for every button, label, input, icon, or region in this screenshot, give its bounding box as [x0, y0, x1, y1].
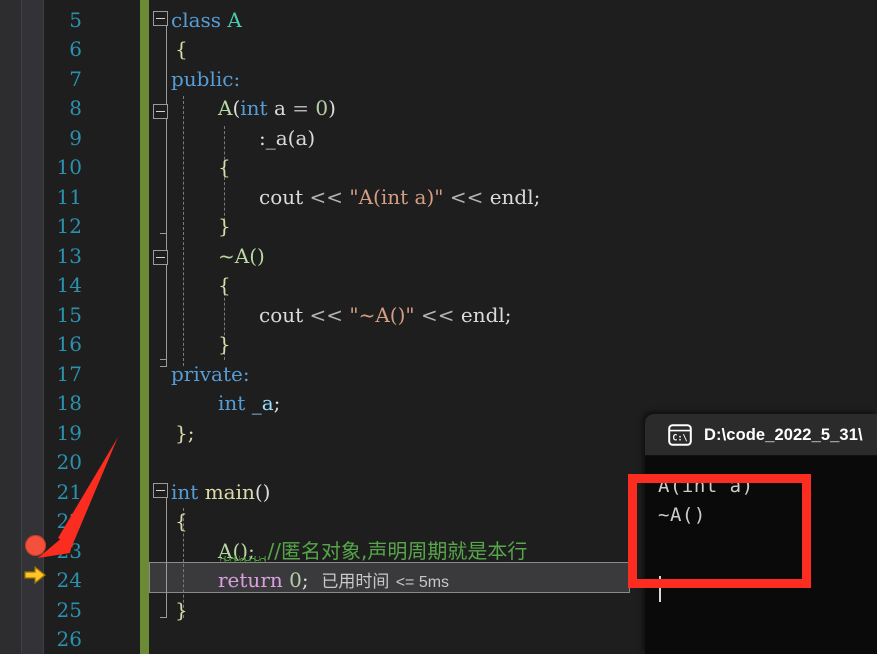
console-cmd-icon: C:\: [668, 424, 692, 446]
collapse-box-main[interactable]: [153, 483, 168, 498]
screenshot-root: 5 6 7 8 9 10 11 12 13 14 15 16 17 18 19 …: [0, 0, 877, 654]
line-number: 15: [56, 303, 82, 327]
line-number: 10: [56, 155, 82, 179]
line-number: 26: [56, 627, 82, 651]
token-operator-eq: =: [292, 96, 310, 120]
line-number: 7: [69, 67, 82, 91]
code-line-22: {: [175, 509, 188, 533]
token-ctor-name: A: [218, 96, 233, 120]
main-structure-foot: [160, 617, 167, 618]
token-param-a: a: [273, 96, 286, 120]
code-line-17: private:: [171, 362, 250, 386]
red-annotation-rectangle: [628, 474, 811, 588]
token-shift: <<: [309, 185, 344, 209]
console-title-text: D:\code_2022_5_31\: [704, 425, 863, 444]
code-line-5: class A: [171, 6, 242, 36]
token-comment-chinese: //匿名对象,声明周期就是本行: [267, 539, 528, 563]
token-semicolon: ;: [533, 185, 541, 209]
line-number: 8: [69, 96, 82, 120]
token-keyword-int: int: [218, 391, 246, 415]
line-number: 14: [56, 273, 82, 297]
token-string-ctor: "A(int a)": [349, 185, 444, 209]
token-return-value: 0: [289, 568, 302, 592]
token-semicolon: ;: [504, 303, 512, 327]
line-number: 13: [56, 244, 82, 268]
elapsed-time-label: 已用时间: [321, 572, 390, 592]
token-keyword-int: int: [240, 96, 268, 120]
line-number: 25: [56, 598, 82, 622]
console-title-bar[interactable]: C:\ D:\code_2022_5_31\: [645, 414, 877, 456]
token-shift: <<: [420, 303, 455, 327]
line-number: 6: [69, 37, 82, 61]
token-semicolon: ;: [273, 391, 281, 415]
token-cout: cout: [259, 185, 304, 209]
line-number: 24: [56, 568, 82, 592]
token-string-dtor: "~A()": [349, 303, 415, 327]
code-line-16: }: [218, 332, 231, 356]
breakpoint-dot-icon[interactable]: [25, 535, 46, 556]
dtor-structure-rule: [166, 263, 167, 367]
token-keyword-class: class: [171, 8, 222, 32]
token-type-a: A: [227, 8, 242, 32]
code-line-6: {: [175, 37, 188, 61]
token-keyword-return: return: [218, 568, 283, 592]
line-number: 12: [56, 214, 82, 238]
svg-text:C:\: C:\: [672, 433, 687, 443]
indent-guide: [183, 96, 184, 366]
line-number: 9: [69, 126, 82, 150]
line-number: 19: [56, 421, 82, 445]
code-line-21: int main(): [171, 478, 270, 508]
token-paren-close: ): [328, 96, 336, 120]
elapsed-time-value: <= 5ms: [395, 574, 450, 591]
token-keyword-int: int: [171, 480, 199, 504]
token-member-a: _a: [251, 391, 274, 415]
token-semicolon: ;: [301, 568, 309, 592]
token-endl: endl: [489, 185, 534, 209]
line-number: 5: [69, 8, 82, 32]
code-line-11: cout << "A(int a)" << endl;: [259, 183, 540, 213]
code-line-8: A(int a = 0): [218, 94, 336, 124]
collapse-box-class-a[interactable]: [153, 11, 168, 26]
line-number: 23: [56, 539, 82, 563]
code-line-14: {: [218, 273, 231, 297]
line-number: 11: [56, 185, 82, 209]
collapse-box-constructor[interactable]: [153, 104, 168, 119]
execution-arrow-icon[interactable]: [24, 565, 46, 585]
code-line-15: cout << "~A()" << endl;: [259, 301, 512, 331]
code-line-9: :_a(a): [259, 126, 316, 150]
code-line-12: }: [218, 214, 231, 238]
change-tracking-bar: [140, 0, 149, 654]
token-function-main: main: [204, 480, 255, 504]
line-number: 22: [56, 509, 82, 533]
token-shift: <<: [309, 303, 344, 327]
ctor-structure-rule: [166, 118, 167, 234]
code-line-7: public:: [171, 67, 241, 91]
main-structure-rule: [166, 495, 167, 618]
ctor-structure-foot: [160, 233, 167, 234]
line-number: 17: [56, 362, 82, 386]
token-endl: endl: [460, 303, 505, 327]
token-cout: cout: [259, 303, 304, 327]
code-line-24: return 0; 已用时间 <= 5ms: [218, 566, 449, 598]
line-number: 21: [56, 480, 82, 504]
code-line-18: int _a;: [218, 389, 280, 419]
line-number: 18: [56, 391, 82, 415]
line-number: 16: [56, 332, 82, 356]
error-squiggle: [220, 556, 266, 563]
code-line-13: ~A(): [218, 244, 265, 268]
token-number-zero: 0: [315, 96, 329, 120]
code-line-10: {: [218, 155, 231, 179]
token-shift: <<: [449, 185, 484, 209]
collapse-box-destructor[interactable]: [153, 250, 168, 265]
token-parens: (): [254, 480, 271, 504]
code-line-25: }: [175, 598, 188, 622]
dtor-structure-foot: [160, 366, 167, 367]
line-number: 20: [56, 450, 82, 474]
code-line-19: };: [175, 421, 195, 445]
